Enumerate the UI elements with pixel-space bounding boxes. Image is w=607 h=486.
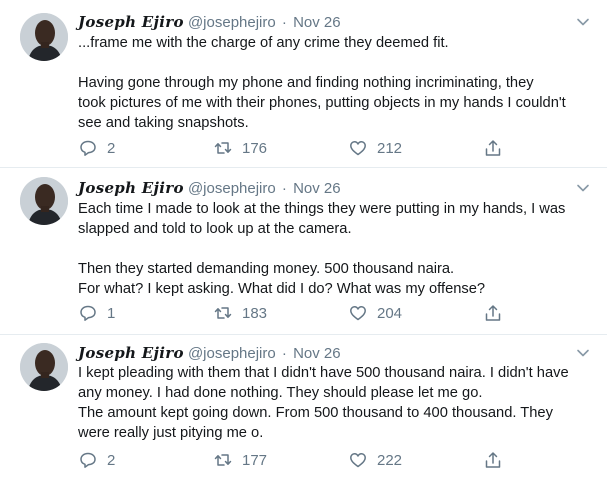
- tweet[interactable]: Joseph Ejiro @josephejiro · Nov 26 Each …: [0, 168, 607, 335]
- share-icon: [483, 138, 503, 158]
- tweet-line: see and taking snapshots.: [78, 115, 249, 131]
- like-count: 222: [377, 451, 403, 469]
- tweet-line: Then they started demanding money. 500 t…: [78, 261, 455, 277]
- retweet-count: 183: [242, 304, 268, 322]
- retweet-button[interactable]: 177: [213, 450, 267, 470]
- reply-button[interactable]: 2: [78, 450, 115, 470]
- reply-icon: [78, 450, 98, 470]
- reply-button[interactable]: 2: [78, 138, 115, 158]
- retweet-button[interactable]: 176: [213, 138, 267, 158]
- retweet-count: 177: [242, 451, 268, 469]
- tweet-line: took pictures of me with their phones, p…: [78, 95, 566, 111]
- reply-button[interactable]: 1: [78, 303, 115, 323]
- retweet-icon: [213, 138, 233, 158]
- reply-icon: [78, 303, 98, 323]
- share-icon: [483, 303, 503, 323]
- reply-count: 2: [107, 139, 116, 157]
- tweet-header: Joseph Ejiro @josephejiro · Nov 26: [78, 12, 597, 32]
- user-handle[interactable]: @josephejiro: [188, 14, 276, 31]
- tweet-text: Each time I made to look at the things t…: [78, 199, 593, 299]
- tweet-header: Joseph Ejiro @josephejiro · Nov 26: [78, 343, 597, 363]
- tweet-actions: 1 183 204: [78, 303, 518, 323]
- tweet-header: Joseph Ejiro @josephejiro · Nov 26: [78, 178, 597, 198]
- like-button[interactable]: 212: [348, 138, 402, 158]
- tweet-line: any money. I had done nothing. They shou…: [78, 385, 483, 401]
- share-button[interactable]: [483, 138, 503, 158]
- reply-icon: [78, 138, 98, 158]
- chevron-down-icon[interactable]: [575, 345, 591, 361]
- heart-icon: [348, 303, 368, 323]
- tweet-actions: 2 176 212: [78, 138, 518, 158]
- like-button[interactable]: 222: [348, 450, 402, 470]
- separator: ·: [281, 345, 287, 362]
- tweet-line: Having gone through my phone and finding…: [78, 75, 534, 91]
- tweet-line: I kept pleading with them that I didn't …: [78, 365, 569, 381]
- tweet-actions: 2 177 222: [78, 450, 518, 470]
- tweet-text: ...frame me with the charge of any crime…: [78, 33, 593, 133]
- like-count: 204: [377, 304, 403, 322]
- tweet-date[interactable]: Nov 26: [293, 14, 341, 31]
- retweet-icon: [213, 303, 233, 323]
- tweet-line: ...frame me with the charge of any crime…: [78, 35, 449, 51]
- tweet-text: I kept pleading with them that I didn't …: [78, 363, 593, 443]
- tweet[interactable]: Joseph Ejiro @josephejiro · Nov 26 ...fr…: [0, 0, 607, 168]
- separator: ·: [281, 14, 287, 31]
- tweet-line: were really just pitying me o.: [78, 425, 264, 441]
- retweet-icon: [213, 450, 233, 470]
- tweet-date[interactable]: Nov 26: [293, 180, 341, 197]
- chevron-down-icon[interactable]: [575, 180, 591, 196]
- tweet-date[interactable]: Nov 26: [293, 345, 341, 362]
- tweet-line: slapped and told to look up at the camer…: [78, 221, 352, 237]
- avatar[interactable]: [20, 177, 68, 225]
- reply-count: 2: [107, 451, 116, 469]
- retweet-button[interactable]: 183: [213, 303, 267, 323]
- like-count: 212: [377, 139, 403, 157]
- tweet[interactable]: Joseph Ejiro @josephejiro · Nov 26 I kep…: [0, 335, 607, 486]
- display-name[interactable]: Joseph Ejiro: [78, 179, 184, 197]
- like-button[interactable]: 204: [348, 303, 402, 323]
- heart-icon: [348, 138, 368, 158]
- retweet-count: 176: [242, 139, 268, 157]
- user-handle[interactable]: @josephejiro: [188, 345, 276, 362]
- chevron-down-icon[interactable]: [575, 14, 591, 30]
- share-icon: [483, 450, 503, 470]
- tweet-line: For what? I kept asking. What did I do? …: [78, 281, 486, 297]
- user-handle[interactable]: @josephejiro: [188, 180, 276, 197]
- avatar[interactable]: [20, 13, 68, 61]
- separator: ·: [281, 180, 287, 197]
- display-name[interactable]: Joseph Ejiro: [78, 344, 184, 362]
- avatar[interactable]: [20, 343, 68, 391]
- heart-icon: [348, 450, 368, 470]
- tweet-line: The amount kept going down. From 500 tho…: [78, 405, 553, 421]
- share-button[interactable]: [483, 303, 503, 323]
- display-name[interactable]: Joseph Ejiro: [78, 13, 184, 31]
- share-button[interactable]: [483, 450, 503, 470]
- tweet-thread: Joseph Ejiro @josephejiro · Nov 26 ...fr…: [0, 0, 607, 486]
- tweet-line: Each time I made to look at the things t…: [78, 201, 566, 217]
- reply-count: 1: [107, 304, 116, 322]
